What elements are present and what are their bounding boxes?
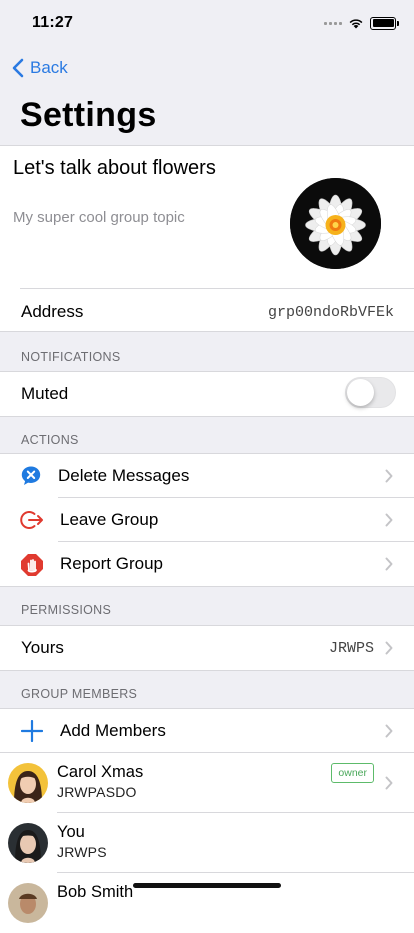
permissions-header: PERMISSIONS	[21, 603, 112, 617]
status-time: 11:27	[32, 14, 74, 31]
member-row-you[interactable]: You JRWPS	[0, 813, 414, 873]
chevron-right-icon	[385, 557, 393, 571]
back-label: Back	[30, 58, 68, 77]
status-bar: 11:27	[0, 0, 414, 44]
muted-label: Muted	[21, 384, 69, 403]
actions-group: Delete Messages Leave Group Report Group	[0, 453, 414, 587]
divider	[20, 288, 414, 289]
page-title: Settings	[20, 96, 157, 134]
member-id: JRWPASDO	[57, 784, 137, 800]
report-group-icon	[20, 553, 43, 576]
lotus-flower-image	[290, 178, 381, 269]
member-row-bob[interactable]: Bob Smith	[0, 873, 414, 933]
yours-permissions-row[interactable]: Yours JRWPS	[0, 626, 414, 670]
add-members-row[interactable]: Add Members	[0, 709, 414, 753]
report-group-row[interactable]: Report Group	[0, 542, 414, 586]
chevron-right-icon	[385, 641, 393, 655]
permissions-group: Yours JRWPS	[0, 625, 414, 671]
delete-messages-label: Delete Messages	[58, 466, 190, 485]
member-id: JRWPS	[57, 844, 107, 860]
group-topic[interactable]: My super cool group topic	[13, 209, 185, 226]
actions-header: ACTIONS	[21, 433, 79, 447]
avatar	[8, 763, 48, 803]
group-avatar[interactable]	[290, 178, 381, 269]
notifications-group: Muted	[0, 371, 414, 417]
report-group-label: Report Group	[60, 554, 163, 573]
delete-messages-icon	[20, 465, 42, 487]
delete-messages-row[interactable]: Delete Messages	[0, 454, 414, 498]
member-name: You	[57, 823, 85, 841]
group-name[interactable]: Let's talk about flowers	[13, 157, 216, 180]
cellular-signal-icon	[324, 21, 342, 25]
group-members-header: GROUP MEMBERS	[21, 687, 138, 701]
avatar	[8, 823, 48, 863]
status-icons	[324, 16, 399, 30]
battery-icon	[370, 16, 399, 30]
leave-group-label: Leave Group	[60, 510, 159, 529]
avatar	[8, 883, 48, 923]
add-members-label: Add Members	[60, 721, 166, 740]
address-value[interactable]: grp00ndoRbVFEk	[268, 304, 394, 321]
address-label: Address	[21, 302, 84, 321]
notifications-header: NOTIFICATIONS	[21, 350, 121, 364]
muted-row: Muted	[0, 372, 414, 416]
member-name: Carol Xmas	[57, 763, 144, 781]
chevron-right-icon	[385, 776, 393, 790]
member-row-carol[interactable]: Carol Xmas JRWPASDO owner	[0, 753, 414, 813]
member-name: Bob Smith	[57, 883, 134, 901]
chevron-right-icon	[385, 469, 393, 483]
members-group: Add Members Carol Xmas JRWPASDO owner Yo…	[0, 708, 414, 933]
chevron-right-icon	[385, 724, 393, 738]
toggle-knob	[347, 379, 374, 406]
plus-icon	[21, 720, 43, 742]
chevron-left-icon	[12, 58, 24, 78]
chevron-right-icon	[385, 513, 393, 527]
muted-toggle[interactable]	[345, 377, 396, 408]
owner-badge: owner	[331, 763, 374, 783]
group-info-card: Let's talk about flowers My super cool g…	[0, 145, 414, 332]
home-indicator[interactable]	[133, 883, 281, 888]
yours-label: Yours	[21, 638, 64, 657]
yours-permissions-value: JRWPS	[328, 640, 374, 657]
leave-group-row[interactable]: Leave Group	[0, 498, 414, 542]
back-button[interactable]: Back	[12, 58, 68, 78]
leave-group-icon	[20, 509, 43, 531]
wifi-icon	[348, 17, 364, 29]
